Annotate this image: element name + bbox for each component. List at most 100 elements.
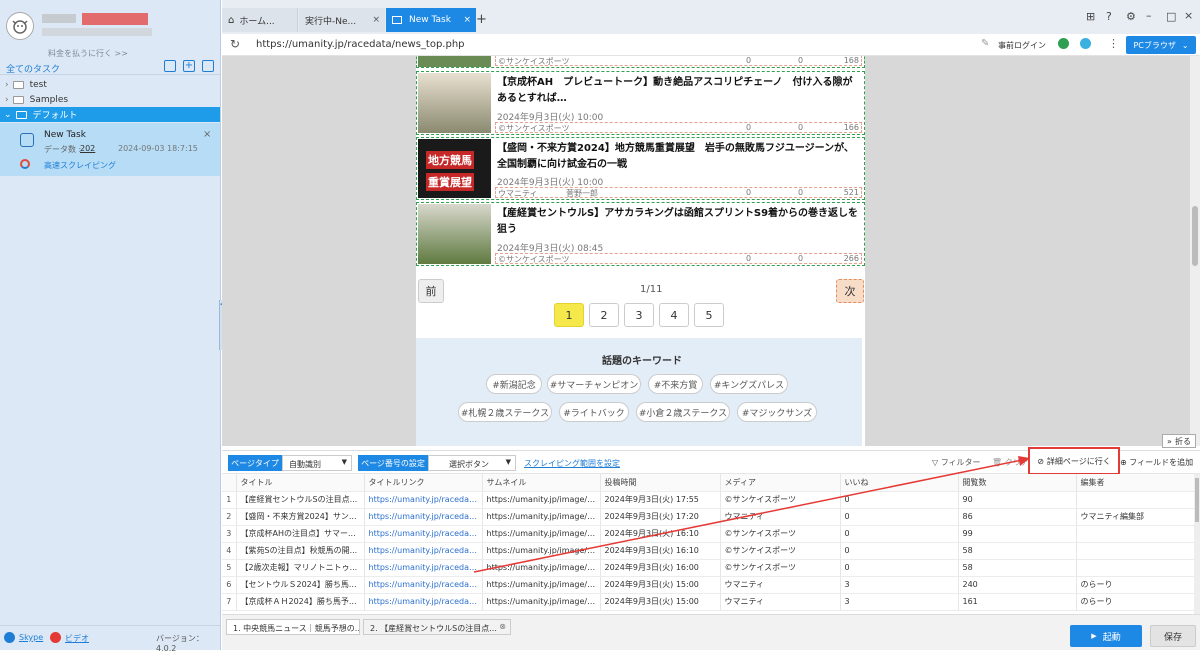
folder-default[interactable]: ⌄ デフォルト — [0, 107, 220, 122]
close-window-button[interactable]: × — [1184, 9, 1193, 22]
news-page: ©サンケイスポーツ 0 0 168 【京成杯AH プレビュートーク】動き絶品アス… — [416, 56, 865, 446]
extension-icon[interactable] — [1058, 38, 1069, 49]
view-count: 166 — [843, 123, 859, 132]
start-button[interactable]: ▶ 起動 — [1070, 625, 1142, 647]
new-tab-button[interactable]: + — [476, 12, 487, 27]
folder-label: デフォルト — [32, 111, 78, 121]
play-icon: ▶ — [1091, 632, 1097, 640]
folder-icon — [15, 110, 27, 119]
user-agent-icon[interactable] — [1080, 38, 1091, 49]
task-close-icon[interactable]: × — [203, 129, 211, 140]
keyword-tag[interactable]: #サマーチャンピオン — [547, 374, 641, 394]
folder-samples[interactable]: › Samples — [0, 92, 220, 107]
task-count: 202 — [80, 144, 96, 153]
keyword-tag[interactable]: #ライトバック — [559, 402, 629, 422]
close-icon[interactable]: × — [372, 15, 380, 25]
chevron-down-icon: ⌄ — [1181, 40, 1189, 50]
folder-test[interactable]: › test — [0, 77, 220, 92]
keyword-tag[interactable]: #キングズパレス — [710, 374, 788, 394]
article-author: 菅野一郎 — [566, 189, 598, 198]
view-count: 521 — [843, 188, 859, 197]
list-tab-2[interactable]: 2. 【産経賞セントウルSの注目点... ⊗ — [363, 619, 511, 635]
tab-new-task[interactable]: New Task × — [386, 8, 476, 32]
folder-icon — [12, 80, 24, 89]
keyword-tag[interactable]: #不来方賞 — [648, 374, 703, 394]
page-2-button[interactable]: 2 — [589, 303, 619, 327]
keyword-tag[interactable]: #小倉２歳ステークス — [636, 402, 730, 422]
sidebar: 料金を払うに行く >> 全てのタスク + › test › Samples ⌄ デフォ… — [0, 0, 224, 653]
gift-icon[interactable]: ⊞ — [1086, 10, 1095, 23]
page-1-button[interactable]: 1 — [554, 303, 584, 327]
page-3-button[interactable]: 3 — [624, 303, 654, 327]
more-icon[interactable]: ⋮ — [1108, 37, 1119, 50]
keyword-tag[interactable]: #新潟記念 — [486, 374, 542, 394]
username-blurred — [42, 14, 76, 23]
article-title[interactable]: 【盛岡・不来方賞2024】地方競馬重賞展望 岩手の無敗馬フジユージーンが、全国制… — [497, 141, 861, 173]
next-page-button[interactable]: 次 — [836, 279, 864, 303]
bottom-bar: 1. 中央競馬ニュース｜競馬予想の... 2. 【産経賞セントウルSの注目点..… — [222, 614, 1200, 650]
pay-link[interactable]: 料金を払うに行く >> — [48, 48, 128, 59]
article-item[interactable]: 【京成杯AH プレビュートーク】動き絶品アスコリピチェーノ 付け入る隙があるとす… — [416, 71, 865, 135]
close-icon[interactable]: × — [463, 15, 471, 25]
page-5-button[interactable]: 5 — [694, 303, 724, 327]
scrape-mode-label: 高速スクレイピング — [44, 161, 116, 170]
tab-running[interactable]: 実行中-Ne... × — [299, 8, 385, 32]
start-label: 起動 — [1102, 632, 1121, 643]
list-tab-label: 2. 【産経賞セントウルSの注目点... — [370, 624, 497, 633]
prev-page-button[interactable]: 前 — [418, 279, 444, 303]
article-item[interactable]: 地方競馬 重賞展望 【盛岡・不来方賞2024】地方競馬重賞展望 岩手の無敗馬フジ… — [416, 137, 865, 200]
comment-count: 0 — [746, 56, 752, 65]
task-item[interactable]: New Task × データ数 : 202 2024-09-03 18:7:15… — [0, 123, 220, 176]
thumb-text-top: 地方競馬 — [426, 151, 474, 169]
tab-home[interactable]: ⌂ ホーム... — [222, 8, 298, 32]
article-meta: ©サンケイスポーツ 0 0 168 — [495, 56, 862, 66]
minimize-button[interactable]: – — [1146, 9, 1152, 22]
save-button[interactable]: 保存 — [1150, 625, 1196, 647]
close-icon[interactable]: ⊗ — [499, 622, 506, 631]
article-source: ウマニティ — [498, 189, 538, 198]
url-field[interactable]: https://umanity.jp/racedata/news_top.php — [256, 39, 465, 50]
comment-count: 0 — [746, 254, 752, 263]
page-info: 1/11 — [640, 284, 663, 295]
task-name: New Task — [44, 130, 86, 140]
keyword-tag[interactable]: #マジックサンズ — [737, 402, 817, 422]
annotation-arrow — [473, 456, 1030, 573]
article-source: ©サンケイスポーツ — [498, 124, 570, 133]
maximize-button[interactable]: □ — [1166, 10, 1176, 23]
pc-browser-button[interactable]: PCブラウザ ⌄ — [1126, 36, 1196, 54]
reload-icon[interactable]: ↻ — [230, 37, 240, 51]
help-icon[interactable]: ? — [1106, 10, 1112, 23]
page-4-button[interactable]: 4 — [659, 303, 689, 327]
pre-login-button[interactable]: 事前ログイン — [998, 40, 1046, 51]
article-partial[interactable]: ©サンケイスポーツ 0 0 168 — [416, 56, 865, 68]
avatar[interactable] — [6, 12, 34, 40]
skype-link[interactable]: Skype — [19, 633, 43, 642]
settings-icon[interactable]: ⚙ — [1126, 10, 1136, 23]
comment-count: 0 — [746, 123, 752, 132]
comment-count: 0 — [746, 188, 752, 197]
search-task-icon[interactable] — [202, 60, 214, 72]
keyword-tag[interactable]: #札幌２歳ステークス — [458, 402, 552, 422]
chevron-right-icon: › — [5, 94, 9, 105]
tab-bar: ⌂ ホーム... 実行中-Ne... × New Task × + ⊞ ? ⚙ – □… — [222, 0, 1200, 34]
keywords-panel: 話題のキーワード #新潟記念 #サマーチャンピオン #不来方賞 #キングズパレス… — [416, 338, 862, 446]
sidebar-footer-divider — [0, 625, 220, 626]
list-tab-1[interactable]: 1. 中央競馬ニュース｜競馬予想の... — [226, 619, 360, 635]
thumb-text-bottom: 重賞展望 — [426, 173, 474, 191]
folder-label: Samples — [29, 94, 69, 105]
import-task-icon[interactable] — [164, 60, 176, 72]
article-title[interactable]: 【京成杯AH プレビュートーク】動き絶品アスコリピチェーノ 付け入る隙があるとす… — [497, 75, 861, 107]
article-thumbnail — [418, 56, 491, 67]
task-count-label: データ数 : — [44, 145, 82, 154]
keywords-heading: 話題のキーワード — [602, 356, 682, 367]
page-scrollbar[interactable] — [1190, 56, 1200, 446]
video-link[interactable]: ビデオ — [65, 633, 89, 644]
new-task-icon[interactable]: + — [183, 60, 195, 72]
article-title[interactable]: 【産経賞セントウルS】アサカラキングは函館スプリントS9着からの巻き返しを狙う — [497, 206, 861, 238]
version-label: バージョン：4.0.2 — [156, 634, 204, 653]
edit-url-icon[interactable]: ✎ — [981, 38, 989, 49]
article-item[interactable]: 【産経賞セントウルS】アサカラキングは函館スプリントS9着からの巻き返しを狙う … — [416, 202, 865, 266]
robot-icon — [20, 133, 34, 147]
tab-label: ホーム... — [239, 16, 275, 27]
chevron-down-icon: ⌄ — [4, 109, 12, 120]
